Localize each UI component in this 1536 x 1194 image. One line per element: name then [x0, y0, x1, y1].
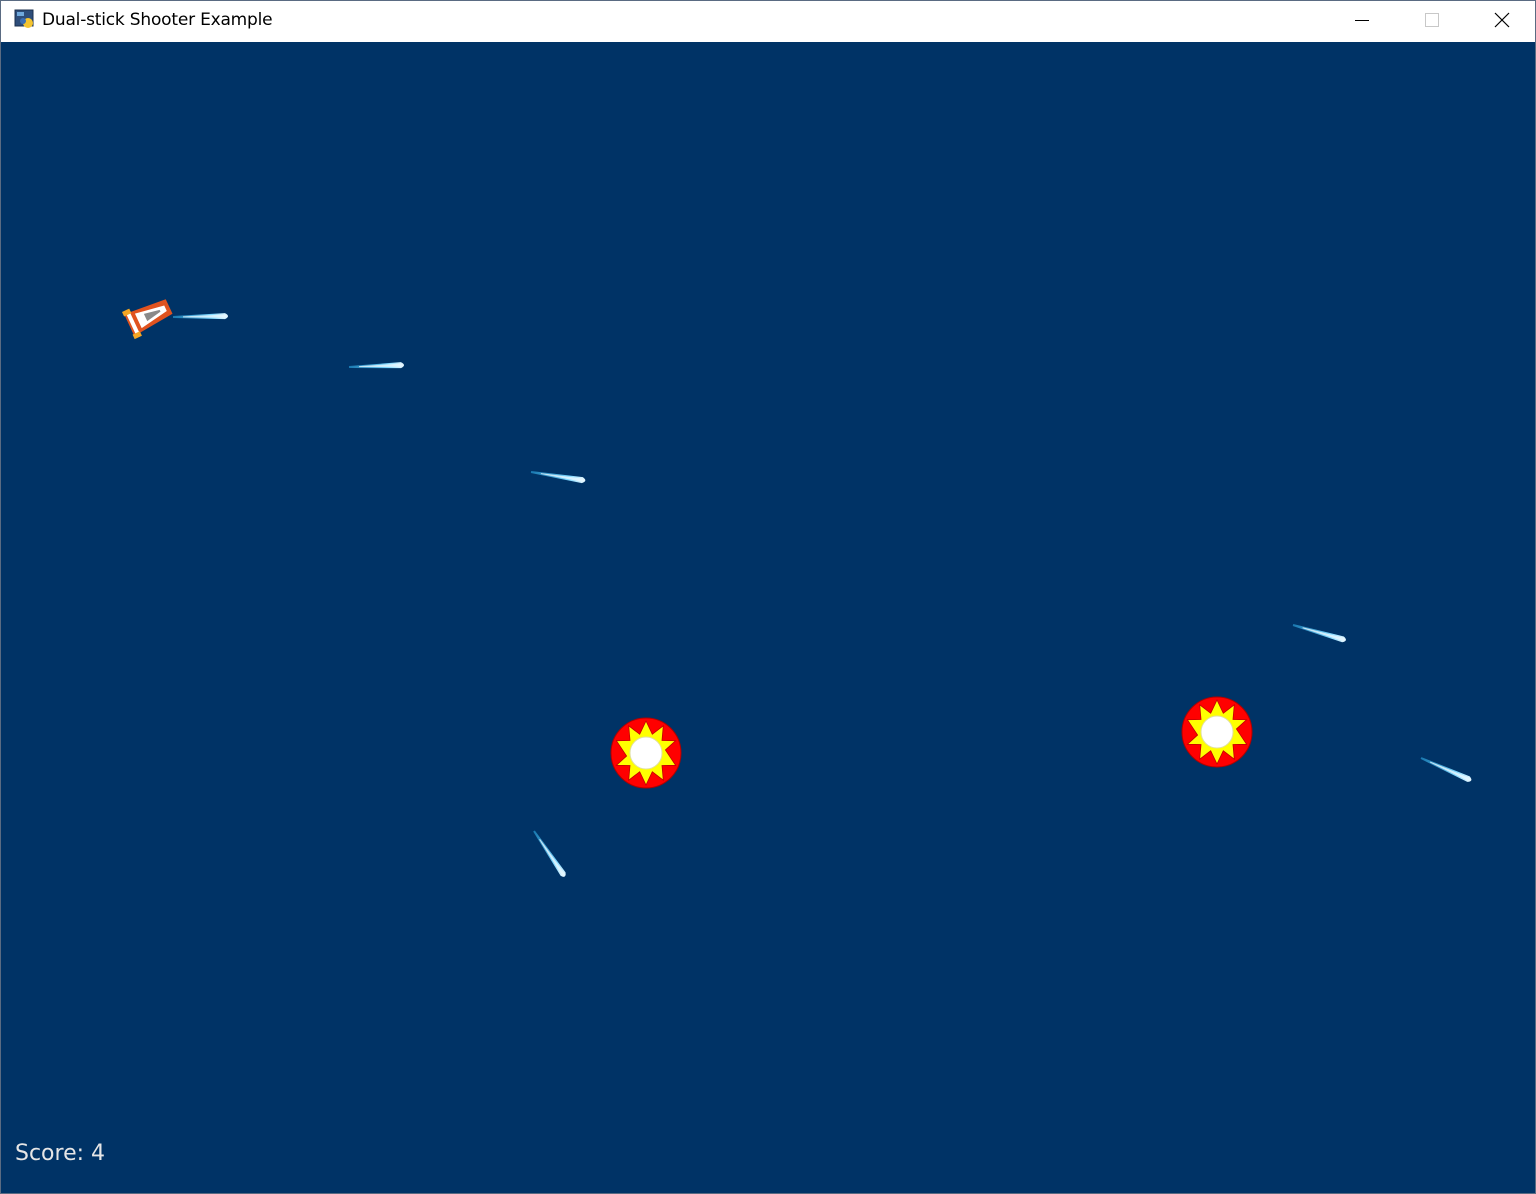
laser-bullet — [172, 313, 229, 320]
minimize-icon — [1355, 20, 1369, 21]
python-icon — [14, 9, 34, 29]
sun-burst-enemy-icon — [610, 717, 682, 789]
laser-bullet — [531, 829, 568, 879]
title-bar[interactable]: Dual-stick Shooter Example — [1, 1, 1535, 42]
laser-bullet — [348, 362, 405, 370]
window-title: Dual-stick Shooter Example — [42, 10, 273, 30]
minimize-button[interactable] — [1327, 1, 1397, 41]
score-label: Score: 4 — [15, 1141, 106, 1166]
close-button[interactable] — [1467, 1, 1536, 41]
laser-bullet — [1292, 622, 1347, 644]
close-icon — [1494, 12, 1510, 28]
spaceship-icon — [122, 299, 173, 340]
laser-bullet — [530, 469, 586, 484]
game-canvas[interactable]: Score: 4 — [1, 42, 1535, 1193]
maximize-icon — [1425, 13, 1439, 27]
player-ship — [122, 299, 173, 340]
maximize-button[interactable] — [1397, 1, 1467, 41]
laser-bullet — [1419, 755, 1473, 784]
sun-burst-enemy-icon — [1181, 696, 1253, 768]
app-window: Dual-stick Shooter Example Score: 4 — [0, 0, 1536, 1194]
